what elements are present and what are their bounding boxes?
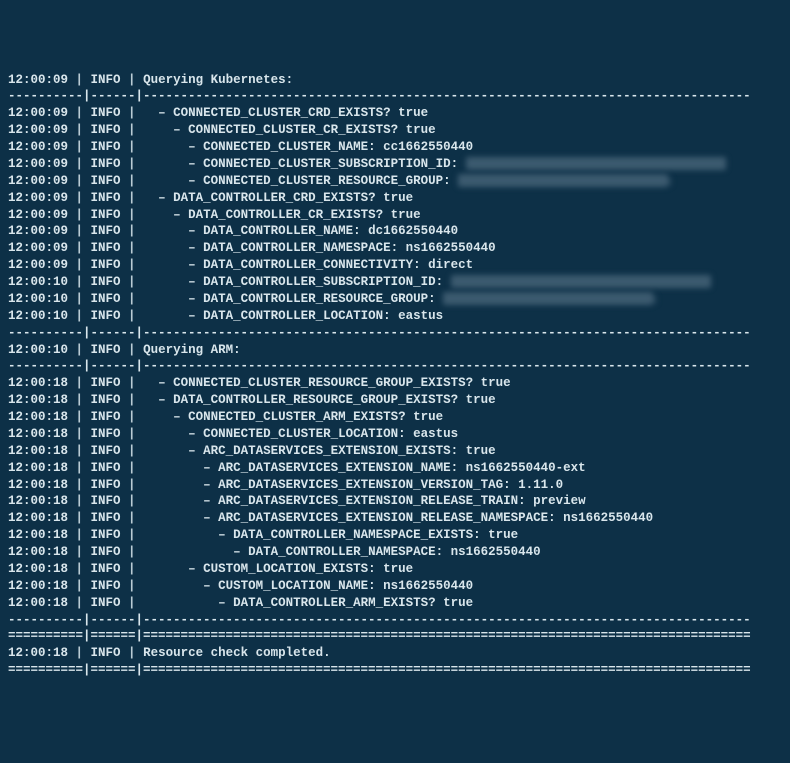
log-line: ----------|------|----------------------… — [8, 325, 782, 342]
log-line: 12:00:10 | INFO | – DATA_CONTROLLER_SUBS… — [8, 274, 782, 291]
log-line: 12:00:18 | INFO | – DATA_CONTROLLER_RESO… — [8, 392, 782, 409]
log-line: 12:00:09 | INFO | – CONNECTED_CLUSTER_RE… — [8, 173, 782, 190]
redacted-value: xxxxxxxxxxxxxxxxxxxxxxxxxxxx — [466, 157, 726, 170]
log-line: 12:00:18 | INFO | – ARC_DATASERVICES_EXT… — [8, 443, 782, 460]
log-line: ----------|------|----------------------… — [8, 612, 782, 629]
log-line: 12:00:18 | INFO | – DATA_CONTROLLER_ARM_… — [8, 595, 782, 612]
log-line: 12:00:09 | INFO | – CONNECTED_CLUSTER_NA… — [8, 139, 782, 156]
log-line: 12:00:18 | INFO | – ARC_DATASERVICES_EXT… — [8, 510, 782, 527]
log-line: 12:00:18 | INFO | – CONNECTED_CLUSTER_RE… — [8, 375, 782, 392]
log-line: 12:00:18 | INFO | – CUSTOM_LOCATION_EXIS… — [8, 561, 782, 578]
log-line: 12:00:18 | INFO | – DATA_CONTROLLER_NAME… — [8, 544, 782, 561]
log-line: 12:00:09 | INFO | – CONNECTED_CLUSTER_SU… — [8, 156, 782, 173]
log-line: 12:00:18 | INFO | – DATA_CONTROLLER_NAME… — [8, 527, 782, 544]
log-line: 12:00:09 | INFO | – DATA_CONTROLLER_NAME… — [8, 223, 782, 240]
log-line: ==========|======|======================… — [8, 628, 782, 645]
log-line: 12:00:09 | INFO | Querying Kubernetes: — [8, 72, 782, 89]
log-line: 12:00:10 | INFO | – DATA_CONTROLLER_RESO… — [8, 291, 782, 308]
log-line: 12:00:09 | INFO | – DATA_CONTROLLER_CONN… — [8, 257, 782, 274]
log-line: 12:00:18 | INFO | – ARC_DATASERVICES_EXT… — [8, 460, 782, 477]
log-line: 12:00:18 | INFO | – CONNECTED_CLUSTER_AR… — [8, 409, 782, 426]
log-line: 12:00:09 | INFO | – CONNECTED_CLUSTER_CR… — [8, 105, 782, 122]
log-line: ----------|------|----------------------… — [8, 88, 782, 105]
log-line: ----------|------|----------------------… — [8, 358, 782, 375]
redacted-value: xxxxxxxxxxxxxxxxxxxxxxxxxxxx — [451, 275, 711, 288]
log-line: 12:00:10 | INFO | – DATA_CONTROLLER_LOCA… — [8, 308, 782, 325]
log-line: 12:00:18 | INFO | – CONNECTED_CLUSTER_LO… — [8, 426, 782, 443]
log-line: 12:00:09 | INFO | – DATA_CONTROLLER_NAME… — [8, 240, 782, 257]
log-line: 12:00:18 | INFO | – CUSTOM_LOCATION_NAME… — [8, 578, 782, 595]
log-line: ==========|======|======================… — [8, 662, 782, 679]
log-line: 12:00:18 | INFO | – ARC_DATASERVICES_EXT… — [8, 477, 782, 494]
log-line: 12:00:09 | INFO | – DATA_CONTROLLER_CRD_… — [8, 190, 782, 207]
redacted-value: xxxxxxxxxxxxxxxxxxxxxxxxxxxx — [443, 292, 653, 305]
log-line: 12:00:18 | INFO | – ARC_DATASERVICES_EXT… — [8, 493, 782, 510]
log-output: 12:00:09 | INFO | Querying Kubernetes:--… — [8, 72, 782, 680]
redacted-value: xxxxxxxxxxxxxxxxxxxxxxxxxxxx — [458, 174, 668, 187]
log-line: 12:00:18 | INFO | Resource check complet… — [8, 645, 782, 662]
log-line: 12:00:10 | INFO | Querying ARM: — [8, 342, 782, 359]
log-line: 12:00:09 | INFO | – DATA_CONTROLLER_CR_E… — [8, 207, 782, 224]
log-line: 12:00:09 | INFO | – CONNECTED_CLUSTER_CR… — [8, 122, 782, 139]
